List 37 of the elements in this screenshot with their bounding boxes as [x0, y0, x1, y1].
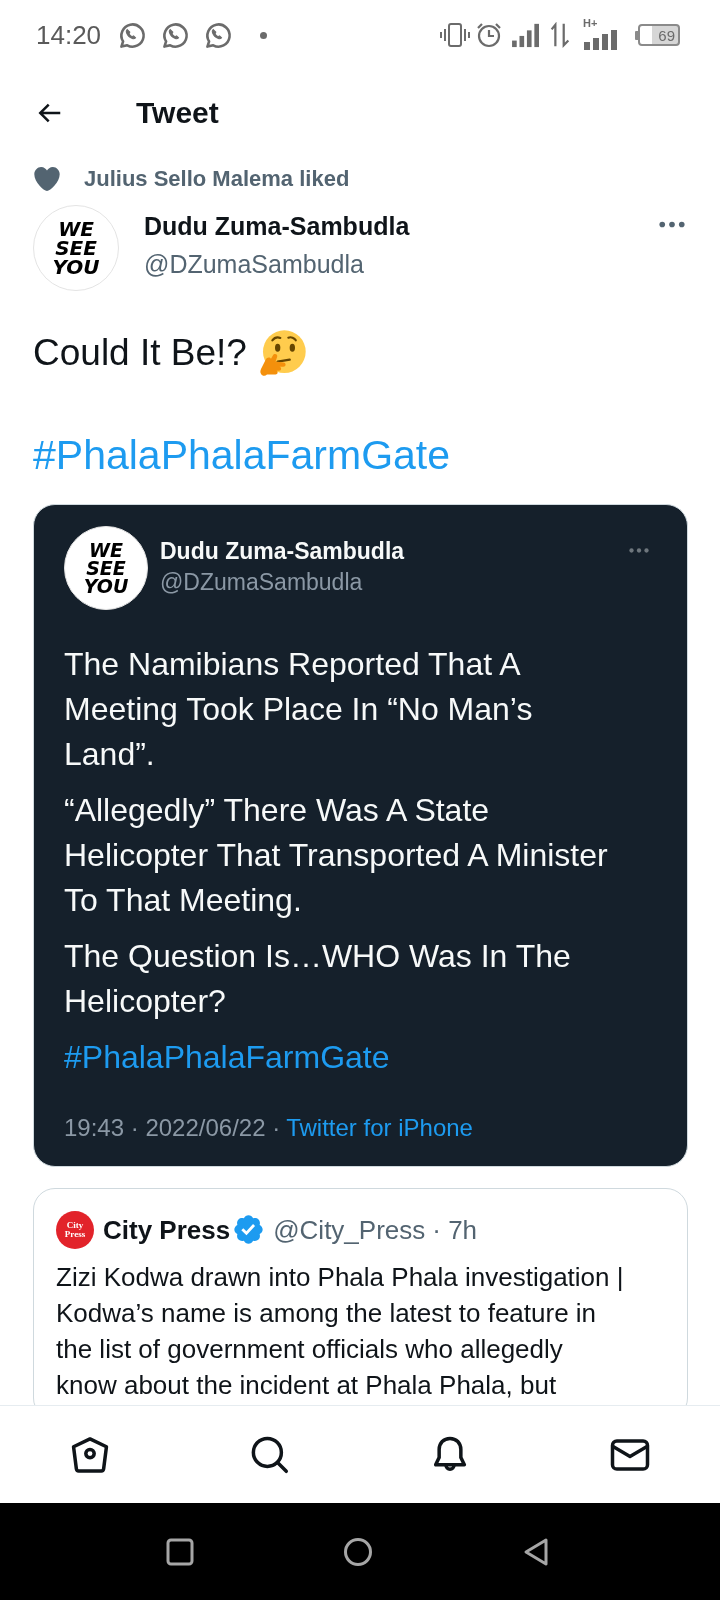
quoted-author-name: City Press [103, 1216, 231, 1243]
more-options-icon[interactable] [659, 221, 685, 228]
quoted-tweet-text: Zizi Kodwa drawn into Phala Phala investigation | Kodwa’s name is among the latest to feature in the list of government officials who allegedly know about the incident at Phala Phala, but [56, 1261, 625, 1402]
square-icon[interactable] [165, 1536, 195, 1567]
screenshot-timestamp: 19:43 · 2022/06/22 · [64, 1113, 281, 1143]
circle-icon[interactable] [343, 1536, 373, 1567]
avatar-text: WE SEE YOU [52, 219, 100, 277]
avatar-image[interactable]: WE SEE YOU [33, 205, 119, 291]
notification-dot-icon [260, 31, 268, 39]
battery-level-text: 69 [658, 27, 675, 43]
mobile-signal-icon [583, 30, 619, 50]
screenshot-source: Twitter for iPhone [286, 1113, 473, 1143]
data-arrows-icon [549, 22, 571, 48]
screenshot-author-name: Dudu Zuma-Sambudla [160, 537, 406, 565]
status-time: 14:20 [36, 22, 102, 48]
author-handle[interactable]: @DZumaSambudla [144, 250, 659, 278]
screenshot-more-icon [629, 548, 649, 553]
quoted-tweet-time: · 7h [432, 1216, 478, 1243]
screenshot-author-handle: @DZumaSambudla [160, 568, 364, 596]
liked-by-text: Julius Sello Malema liked [84, 168, 350, 190]
vibrate-icon [439, 21, 471, 49]
thinking-face-emoji-icon [258, 329, 307, 377]
logo-text: City Press [64, 1221, 86, 1238]
screenshot-paragraph: The Namibians Reported That A Meeting Took Place In “No Man’s Land”. [64, 645, 534, 774]
tweet-text: Could It Be!? [33, 331, 247, 375]
alarm-clock-icon [475, 21, 503, 49]
signal-bars-icon [511, 22, 541, 48]
header-title: Tweet [136, 98, 219, 128]
heart-icon [34, 167, 60, 191]
screenshot-paragraph: The Question Is…WHO Was In The Helicopter? [64, 937, 572, 1021]
author-name[interactable]: Dudu Zuma-Sambudla [144, 212, 659, 240]
tweet-screenshot[interactable] [33, 504, 688, 1167]
avatar-text: WE SEE YOU [83, 540, 129, 596]
quoted-author-handle: @City_Press [273, 1216, 426, 1243]
screenshot-hashtag: #PhalaPhalaFarmGate [64, 1038, 391, 1077]
network-type-label: H+ [583, 18, 598, 29]
screenshot-paragraph: “Allegedly” There Was A State Helicopter That Transported A Minister To That Meeting. [64, 791, 609, 920]
